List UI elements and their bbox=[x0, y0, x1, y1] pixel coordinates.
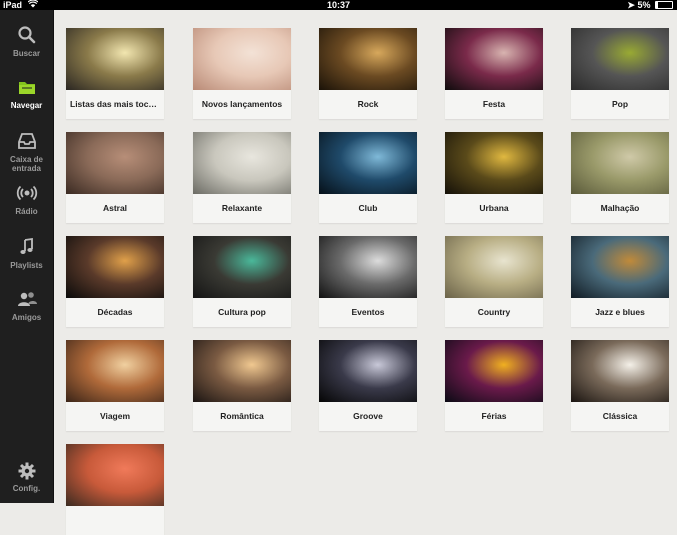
category-tile[interactable]: Cultura pop bbox=[193, 236, 291, 327]
category-tile[interactable]: Listas das mais tocadas bbox=[66, 28, 164, 119]
category-image bbox=[319, 28, 417, 90]
category-image bbox=[445, 28, 543, 90]
category-tile[interactable]: Urbana bbox=[445, 132, 543, 223]
category-label: Clássica bbox=[602, 411, 638, 421]
nav-friends[interactable]: Amigos bbox=[0, 288, 53, 322]
category-label: Festa bbox=[482, 99, 506, 109]
category-label: Groove bbox=[353, 411, 383, 421]
category-label bbox=[70, 506, 160, 535]
category-tile[interactable]: Jazz e blues bbox=[571, 236, 669, 327]
category-image bbox=[193, 236, 291, 298]
category-image bbox=[66, 132, 164, 194]
category-image bbox=[193, 132, 291, 194]
category-label: Listas das mais tocadas bbox=[70, 99, 160, 109]
category-tile[interactable]: Rock bbox=[319, 28, 417, 119]
category-image bbox=[571, 28, 669, 90]
category-tile[interactable]: Astral bbox=[66, 132, 164, 223]
category-image bbox=[571, 132, 669, 194]
category-image bbox=[319, 236, 417, 298]
category-label: Country bbox=[477, 307, 511, 317]
category-image bbox=[445, 340, 543, 402]
category-image bbox=[445, 236, 543, 298]
category-tile[interactable]: Novos lançamentos bbox=[193, 28, 291, 119]
nav-inbox-label: Caixa de entrada bbox=[10, 155, 43, 173]
category-tile[interactable]: Relaxante bbox=[193, 132, 291, 223]
category-image bbox=[193, 28, 291, 90]
category-label: Astral bbox=[102, 203, 128, 213]
category-label: Malhação bbox=[600, 203, 640, 213]
gear-icon bbox=[18, 462, 35, 480]
category-label: Cultura pop bbox=[218, 307, 266, 317]
category-label: Relaxante bbox=[221, 203, 263, 213]
nav-search[interactable]: Buscar bbox=[0, 24, 53, 58]
location-arrow-icon: ➤ bbox=[627, 0, 635, 10]
category-label: Novos lançamentos bbox=[201, 99, 283, 109]
folder-icon bbox=[18, 82, 35, 94]
category-tile[interactable]: Décadas bbox=[66, 236, 164, 327]
category-tile[interactable]: Club bbox=[319, 132, 417, 223]
category-tile[interactable]: Malhação bbox=[571, 132, 669, 223]
inbox-icon bbox=[17, 133, 36, 149]
category-label: Pop bbox=[611, 99, 629, 109]
battery-icon bbox=[655, 1, 673, 9]
category-tile[interactable]: Country bbox=[445, 236, 543, 327]
category-label: Club bbox=[358, 203, 378, 213]
nav-radio-label: Rádio bbox=[15, 207, 38, 216]
category-image bbox=[193, 340, 291, 402]
nav-search-label: Buscar bbox=[12, 49, 41, 58]
category-label: Jazz e blues bbox=[595, 307, 645, 317]
category-tile[interactable] bbox=[66, 444, 164, 535]
search-icon bbox=[17, 26, 35, 44]
nav-radio[interactable]: Rádio bbox=[0, 182, 53, 216]
nav-settings[interactable]: Config. bbox=[0, 460, 53, 493]
friends-icon bbox=[17, 292, 37, 306]
category-label: Rock bbox=[357, 99, 379, 109]
nav-settings-label: Config. bbox=[12, 484, 41, 493]
category-image bbox=[66, 444, 164, 506]
category-tile[interactable]: Festa bbox=[445, 28, 543, 119]
category-image bbox=[66, 340, 164, 402]
nav-inbox[interactable]: Caixa de entrada bbox=[0, 130, 53, 173]
category-tile[interactable]: Romântica bbox=[193, 340, 291, 431]
category-image bbox=[319, 340, 417, 402]
nav-browse-label: Navegar bbox=[10, 101, 43, 110]
status-right: ➤ 5% bbox=[627, 0, 673, 10]
nav-browse[interactable]: Navegar bbox=[0, 76, 53, 110]
category-image bbox=[571, 340, 669, 402]
category-image bbox=[66, 28, 164, 90]
category-tile[interactable]: Pop bbox=[571, 28, 669, 119]
status-bar: iPad 10:37 ➤ 5% bbox=[0, 0, 677, 10]
category-tile[interactable]: Eventos bbox=[319, 236, 417, 327]
battery-percent: 5% bbox=[637, 0, 651, 10]
category-image bbox=[445, 132, 543, 194]
category-tile[interactable]: Férias bbox=[445, 340, 543, 431]
radio-icon bbox=[16, 185, 37, 201]
category-tile[interactable]: Viagem bbox=[66, 340, 164, 431]
category-label: Romântica bbox=[220, 411, 264, 421]
category-label: Eventos bbox=[351, 307, 385, 317]
category-image bbox=[66, 236, 164, 298]
clock: 10:37 bbox=[326, 0, 351, 10]
category-tile[interactable]: Groove bbox=[319, 340, 417, 431]
nav-playlists[interactable]: Playlists bbox=[0, 236, 53, 270]
category-tile[interactable]: Clássica bbox=[571, 340, 669, 431]
nav-friends-label: Amigos bbox=[11, 313, 42, 322]
sidebar: Buscar Navegar Caixa de entrada Rádio Pl… bbox=[0, 10, 54, 503]
music-note-icon bbox=[19, 237, 33, 254]
category-label: Viagem bbox=[99, 411, 131, 421]
category-label: Férias bbox=[481, 411, 507, 421]
category-label: Décadas bbox=[97, 307, 133, 317]
nav-playlists-label: Playlists bbox=[10, 261, 43, 270]
category-label: Urbana bbox=[479, 203, 509, 213]
category-image bbox=[319, 132, 417, 194]
category-image bbox=[571, 236, 669, 298]
